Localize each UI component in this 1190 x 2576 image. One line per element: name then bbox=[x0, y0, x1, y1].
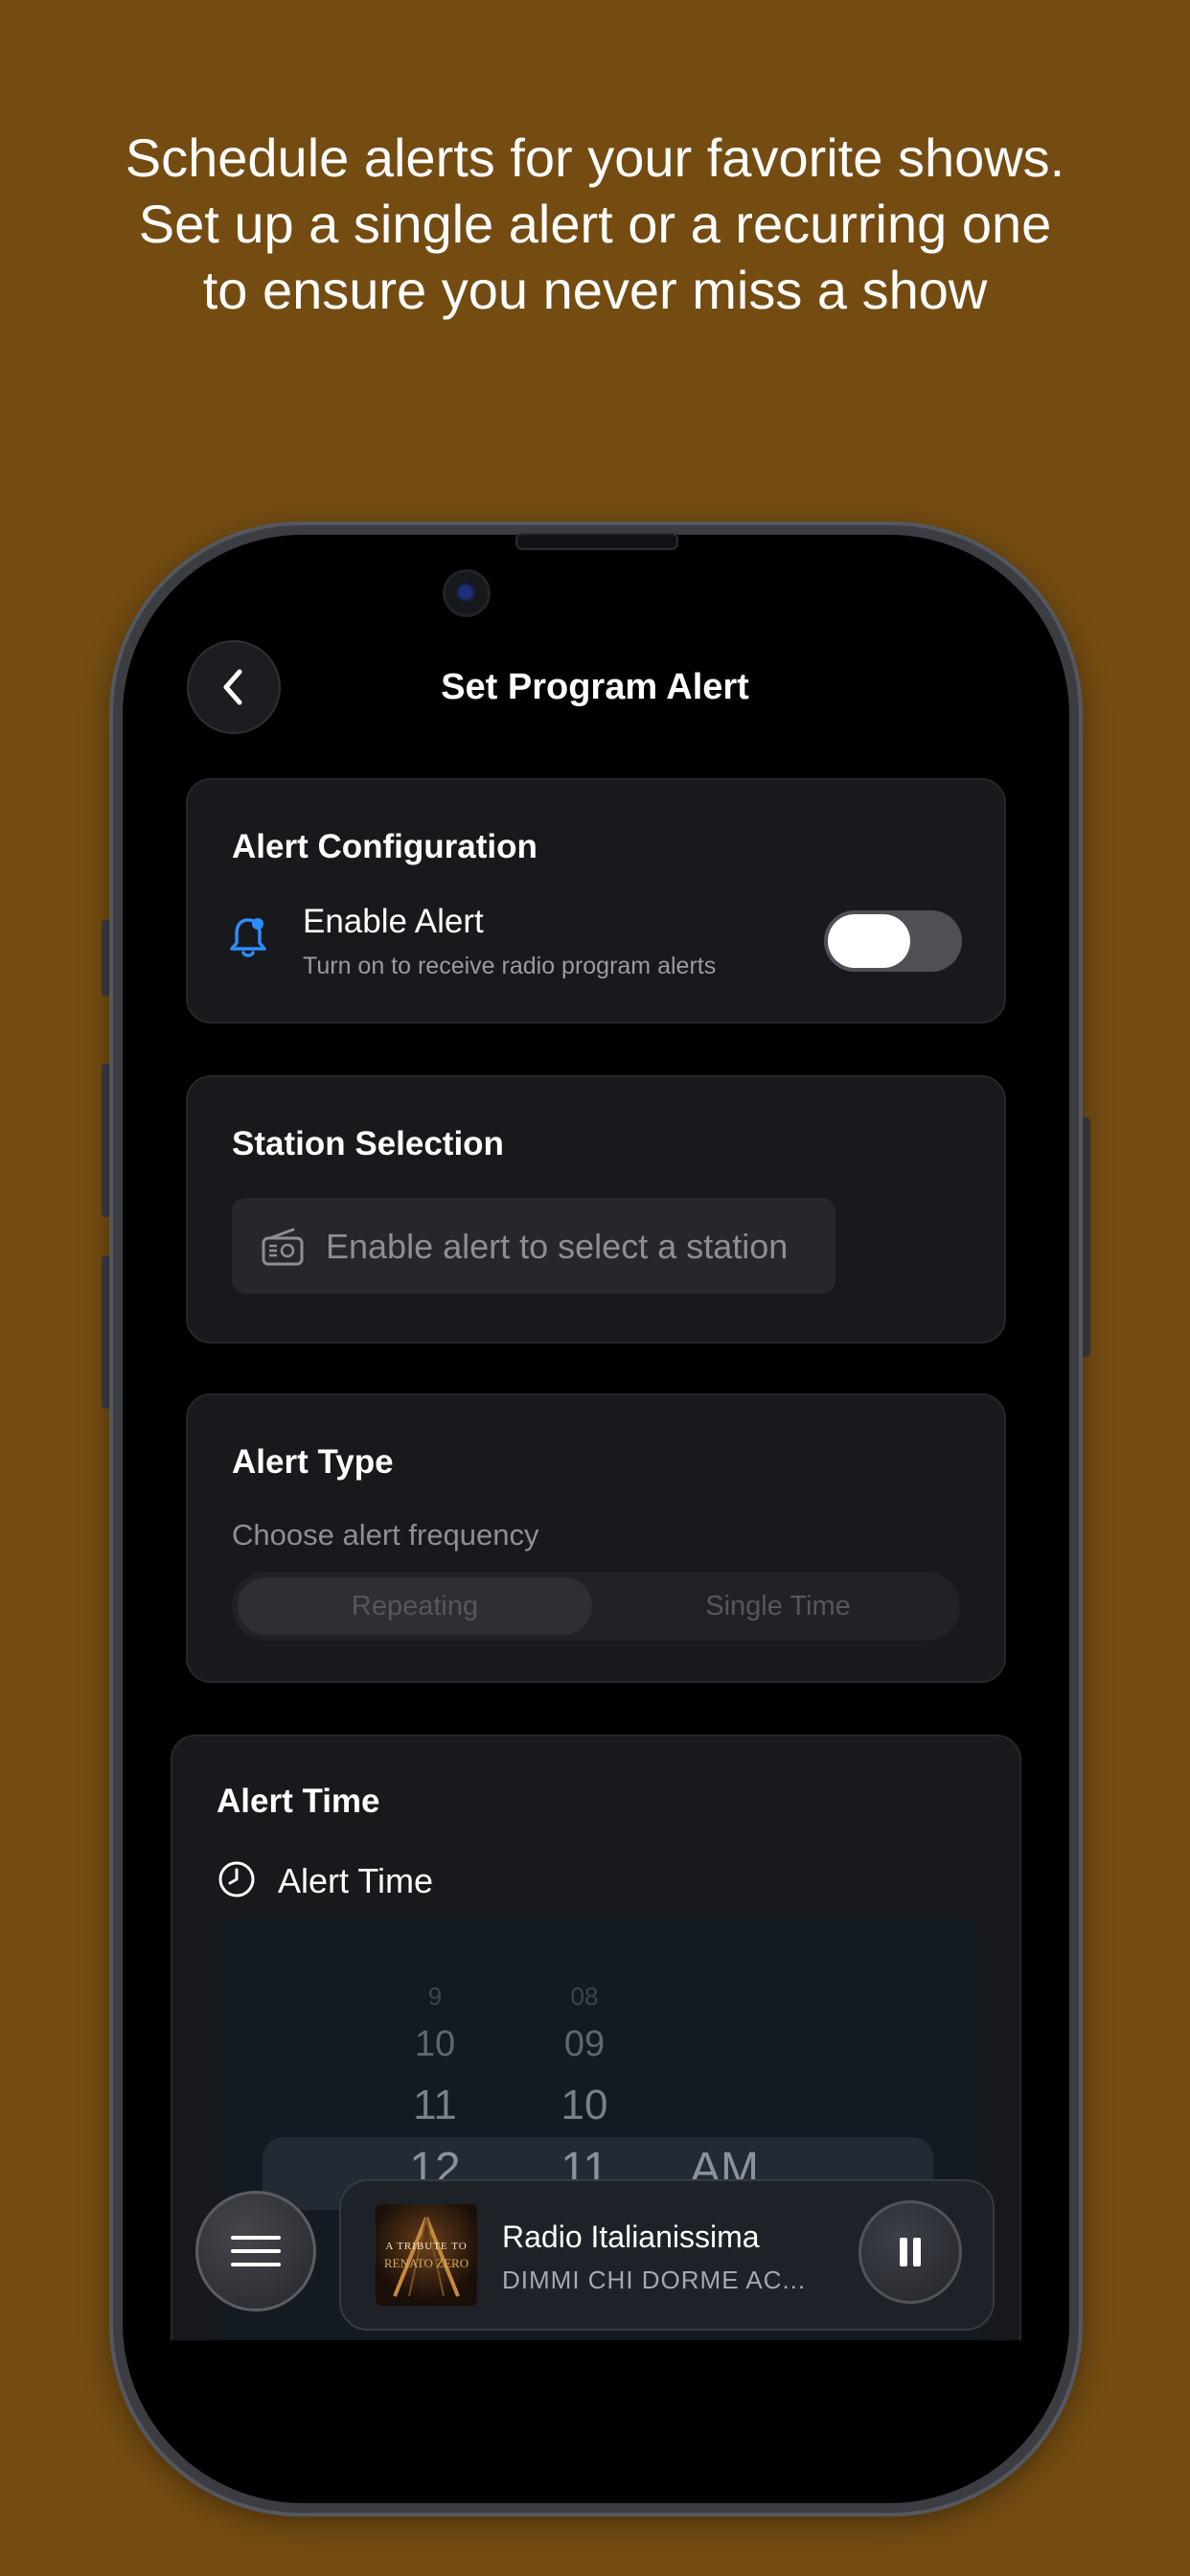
page-title: Set Program Alert bbox=[441, 667, 749, 707]
segment-single-time[interactable]: Single Time bbox=[602, 1577, 954, 1635]
enable-alert-label: Enable Alert bbox=[303, 903, 484, 940]
alert-time-label: Alert Time bbox=[278, 1861, 434, 1900]
alert-frequency-segmented-control: Repeating Single Time bbox=[232, 1572, 960, 1641]
enable-alert-toggle[interactable] bbox=[824, 910, 962, 972]
promo-caption: Schedule alerts for your favorite shows.… bbox=[0, 125, 1190, 323]
caption-line-2: Set up a single alert or a recurring one bbox=[138, 194, 1052, 254]
picker-minute: 10 bbox=[561, 2082, 608, 2128]
mini-player[interactable]: A TRIBUTE TO RENATO ZERO Radio Italianis… bbox=[339, 2179, 995, 2331]
card-title: Alert Type bbox=[232, 1443, 394, 1481]
card-title: Alert Configuration bbox=[232, 828, 538, 865]
app-screen: Set Program Alert Alert Configuration En… bbox=[144, 613, 1046, 2340]
front-camera bbox=[443, 569, 491, 617]
hamburger-menu-icon bbox=[231, 2236, 281, 2266]
toggle-knob bbox=[828, 914, 910, 968]
picker-hour: 10 bbox=[414, 2024, 456, 2064]
station-placeholder: Enable alert to select a station bbox=[326, 1227, 789, 1266]
station-select-field[interactable]: Enable alert to select a station bbox=[232, 1198, 835, 1294]
menu-button[interactable] bbox=[195, 2191, 316, 2312]
player-track-name: DIMMI CHI DORME AC... bbox=[502, 2266, 807, 2294]
pause-button[interactable] bbox=[858, 2200, 962, 2304]
segment-repeating[interactable]: Repeating bbox=[238, 1577, 592, 1635]
enable-alert-description: Turn on to receive radio program alerts bbox=[303, 953, 717, 979]
alert-frequency-label: Choose alert frequency bbox=[232, 1518, 539, 1552]
player-station-name: Radio Italianissima bbox=[502, 2220, 760, 2254]
alert-type-card: Alert Type Choose alert frequency Repeat… bbox=[186, 1393, 1006, 1683]
artwork-text: RENATO ZERO bbox=[383, 2256, 469, 2270]
card-title: Station Selection bbox=[232, 1125, 504, 1162]
radio-icon bbox=[262, 1228, 304, 1266]
top-bar: Set Program Alert bbox=[144, 613, 1046, 767]
caption-line-3: to ensure you never miss a show bbox=[202, 260, 988, 320]
picker-hour: 11 bbox=[413, 2082, 457, 2128]
pause-icon bbox=[900, 2238, 921, 2266]
alert-configuration-card: Alert Configuration Enable Alert Turn on… bbox=[186, 778, 1006, 1024]
album-artwork: A TRIBUTE TO RENATO ZERO bbox=[376, 2204, 477, 2306]
picker-minute: 08 bbox=[570, 1982, 599, 2011]
bell-icon bbox=[230, 918, 266, 957]
picker-minute: 09 bbox=[563, 2024, 606, 2064]
card-title: Alert Time bbox=[217, 1782, 380, 1820]
station-selection-card: Station Selection Enable alert to select… bbox=[186, 1075, 1006, 1344]
caption-line-1: Schedule alerts for your favorite shows. bbox=[125, 127, 1065, 188]
artwork-text: A TRIBUTE TO bbox=[385, 2241, 468, 2252]
phone-speaker bbox=[515, 533, 678, 550]
clock-icon bbox=[218, 1861, 255, 1898]
picker-hour: 9 bbox=[427, 1982, 443, 2011]
